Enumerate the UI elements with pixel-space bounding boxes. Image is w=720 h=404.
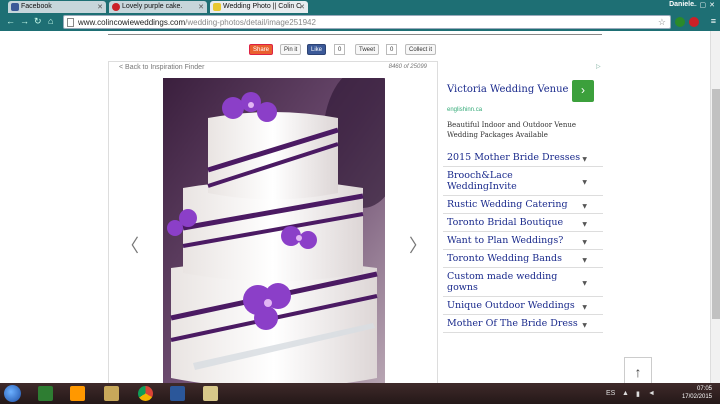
chevron-down-icon: ▼: [582, 303, 587, 311]
tray-arrow-icon[interactable]: ▲: [622, 390, 629, 397]
tab-label: Wedding Photo || Colin C: [223, 3, 302, 10]
ad-title[interactable]: Victoria Wedding Venue: [447, 84, 568, 95]
url-path: /wedding-photos/detail/image251942: [185, 18, 316, 27]
chevron-down-icon: ▼: [582, 220, 587, 228]
url-host: www.colincowieweddings.com: [78, 18, 186, 27]
pin-it-button[interactable]: Pin it: [280, 44, 302, 55]
divider: [108, 34, 602, 35]
language-indicator[interactable]: ES: [606, 390, 615, 397]
wedding-cake-photo: [163, 78, 385, 383]
ad-domain: englishinn.ca: [447, 107, 483, 113]
ad-link-item[interactable]: Toronto Bridal Boutique ▼: [443, 214, 603, 232]
image-counter: 8460 of 25099: [388, 64, 427, 70]
collect-it-button[interactable]: Collect it: [405, 44, 437, 55]
tweet-button[interactable]: Tweet: [355, 44, 380, 55]
ad-link-item[interactable]: 2015 Mother Bride Dresses ▼: [443, 149, 603, 167]
photo-gallery: < Back to Inspiration Finder 8460 of 250…: [108, 61, 438, 383]
tab-label: Lovely purple cake.: [122, 3, 183, 10]
scroll-to-top-button[interactable]: ↑: [624, 357, 652, 383]
browser-toolbar: ← → ↻ ⌂ www.colincowieweddings.com/weddi…: [0, 13, 720, 31]
pinterest-extension-icon[interactable]: [689, 17, 699, 27]
bookmark-star-icon[interactable]: ☆: [658, 17, 666, 28]
chevron-down-icon: ▼: [582, 280, 587, 287]
ad-go-arrow-icon[interactable]: ›: [572, 80, 594, 102]
windows-explorer-icon[interactable]: [38, 386, 53, 401]
taskbar: ES ▲ ▮ ◄ 07:05 17/02/2015: [0, 383, 720, 404]
chevron-down-icon: ▼: [582, 238, 587, 246]
wedding-favicon-icon: [213, 3, 221, 11]
extension-icon[interactable]: [675, 17, 685, 27]
ad-description: Beautiful Indoor and Outdoor Venue Weddi…: [447, 121, 576, 139]
share-button[interactable]: Share: [249, 44, 274, 55]
media-player-icon[interactable]: [70, 386, 85, 401]
chevron-down-icon: ▼: [582, 155, 587, 163]
pinterest-favicon-icon: [112, 3, 120, 11]
close-tab-icon[interactable]: ✕: [198, 3, 204, 11]
chevron-down-icon: ▼: [582, 179, 587, 186]
next-arrow-icon[interactable]: 〉: [409, 232, 427, 258]
facebook-like-button[interactable]: Like: [307, 44, 327, 55]
facebook-favicon-icon: [11, 3, 19, 11]
word-icon[interactable]: [170, 386, 185, 401]
ad-link-item[interactable]: Toronto Wedding Bands ▼: [443, 250, 603, 268]
file-explorer-icon[interactable]: [203, 386, 218, 401]
chevron-down-icon: ▼: [582, 256, 587, 264]
window-controls[interactable]: –▢✕: [693, 1, 718, 9]
clock[interactable]: 07:05 17/02/2015: [682, 385, 712, 401]
folder-icon[interactable]: [104, 386, 119, 401]
tab-pinterest[interactable]: Lovely purple cake. ✕: [109, 1, 207, 13]
profile-name[interactable]: Daniele: [669, 1, 694, 8]
close-tab-icon[interactable]: ✕: [97, 3, 103, 11]
chrome-icon[interactable]: [138, 386, 153, 401]
tab-label: Facebook: [21, 3, 52, 10]
clock-time: 07:05: [696, 386, 712, 392]
ad-link-item[interactable]: Want to Plan Weddings? ▼: [443, 232, 603, 250]
previous-arrow-icon[interactable]: 〈: [121, 232, 139, 258]
chevron-down-icon: ▼: [582, 202, 587, 210]
tab-facebook[interactable]: Facebook ✕: [8, 1, 106, 13]
clock-date: 17/02/2015: [681, 394, 712, 400]
ad-link-item[interactable]: Brooch&Lace WeddingInvite ▼: [443, 167, 603, 196]
volume-icon[interactable]: ◄: [648, 390, 655, 397]
reload-icon[interactable]: ↻: [34, 16, 42, 27]
page-scrollbar[interactable]: [710, 31, 720, 383]
back-icon[interactable]: ←: [6, 16, 15, 26]
start-button[interactable]: [4, 385, 21, 402]
chevron-down-icon: ▼: [582, 321, 587, 329]
like-count: 0: [334, 44, 346, 55]
scrollbar-thumb[interactable]: [712, 89, 720, 319]
ad-link-item[interactable]: Mother Of The Bride Dress ▼: [443, 315, 603, 333]
ad-link-item[interactable]: Rustic Wedding Catering ▼: [443, 196, 603, 214]
tweet-count: 0: [386, 44, 398, 55]
close-tab-icon[interactable]: ✕: [299, 3, 305, 11]
address-bar[interactable]: www.colincowieweddings.com/wedding-photo…: [63, 15, 671, 29]
page-icon: [67, 18, 74, 27]
ad-link-list: 2015 Mother Bride Dresses ▼ Brooch&Lace W…: [443, 149, 603, 333]
ad-link-item[interactable]: Custom made wedding gowns ▼: [443, 268, 603, 297]
back-to-inspiration-link[interactable]: < Back to Inspiration Finder: [119, 64, 204, 71]
forward-icon[interactable]: →: [20, 16, 29, 26]
web-page: Share Pin it Like 0 Tweet 0 Collect it <…: [0, 31, 710, 383]
adchoices-icon[interactable]: ▷: [596, 63, 601, 70]
home-icon[interactable]: ⌂: [48, 16, 53, 26]
menu-icon[interactable]: ≡: [711, 16, 716, 26]
tab-wedding-photo[interactable]: Wedding Photo || Colin C ✕: [210, 1, 308, 13]
ad-link-item[interactable]: Unique Outdoor Weddings ▼: [443, 297, 603, 315]
tab-strip: Facebook ✕ Lovely purple cake. ✕ Wedding…: [0, 0, 720, 13]
network-icon[interactable]: ▮: [636, 390, 640, 398]
